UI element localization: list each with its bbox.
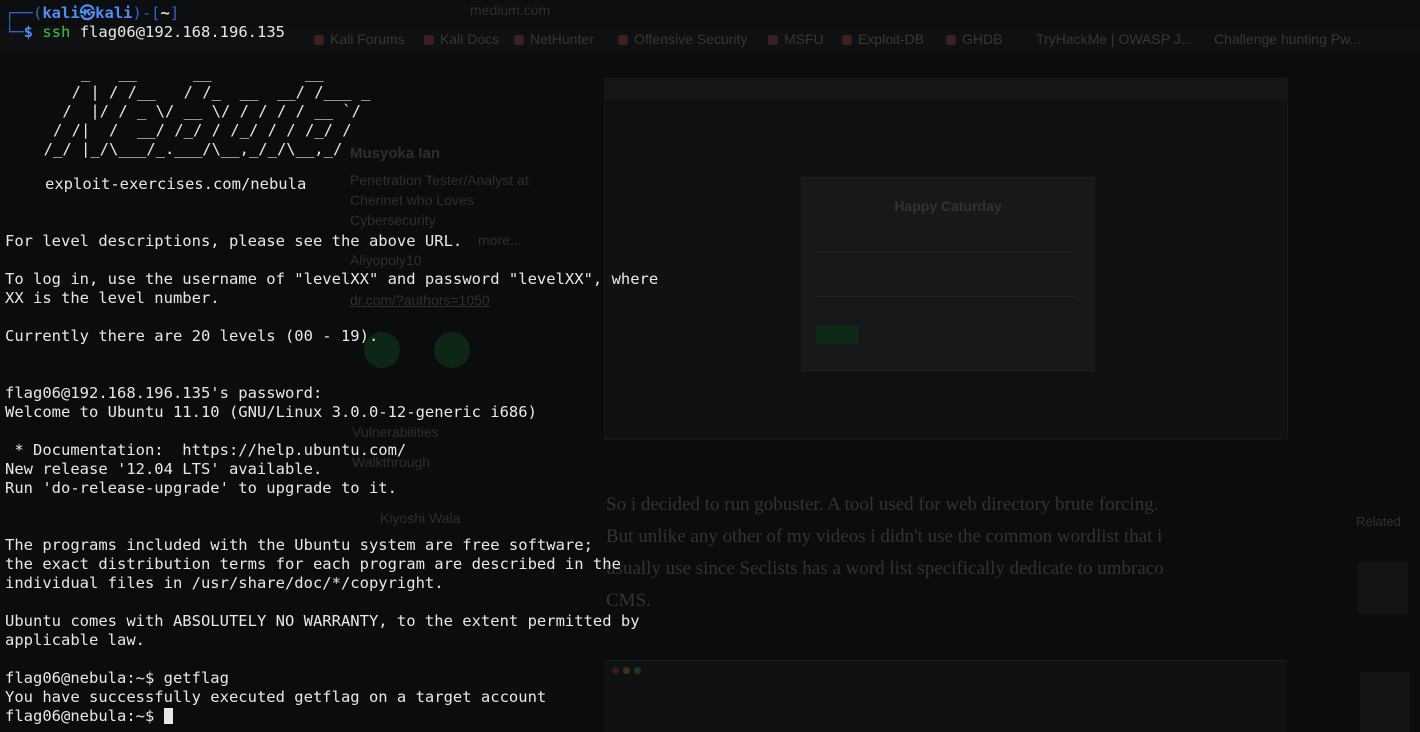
background-login-button: [816, 326, 858, 344]
background-login-dialog: Happy Caturday: [801, 177, 1095, 371]
background-related-label: Related: [1356, 514, 1401, 529]
output-block-getflag: flag06@nebula:~$ getflag You have succes…: [5, 669, 547, 706]
output-block-license: The programs included with the Ubuntu sy…: [5, 536, 640, 649]
command-argument: flag06@192.168.196.135: [79, 23, 286, 41]
output-block-login: flag06@192.168.196.135's password: Welco…: [5, 384, 537, 497]
background-embedded-terminal: [604, 660, 1286, 732]
bookmark-kali-docs: Kali Docs: [424, 31, 499, 47]
background-article-line: So i decided to run gobuster. A tool use…: [606, 494, 1159, 515]
background-author-bio-line: Cherinet who Loves: [350, 192, 474, 208]
bookmark-icon: [946, 35, 956, 45]
nebula-ascii-banner: _ __ __ __ / | / /__ / /_ __ __/ /___ _ …: [43, 64, 371, 158]
bookmark-challenge-hunting: Challenge hunting Pw...: [1214, 31, 1362, 47]
prompt-directory: ~: [160, 4, 170, 22]
background-article-line: usually use since Seclists has a word li…: [606, 558, 1164, 579]
background-password-field: [816, 282, 1078, 297]
bookmark-icon: [314, 35, 324, 45]
background-username-field: [816, 238, 1078, 253]
prompt-frame: ┌──(: [5, 4, 43, 22]
background-author-bio-line: Cybersecurity: [350, 212, 436, 228]
background-tab-strip: medium.com: [0, 0, 1420, 24]
final-prompt-line[interactable]: flag06@nebula:~$: [5, 707, 173, 726]
bookmark-nethunter: NetHunter: [514, 31, 594, 47]
bookmark-icon: [424, 35, 434, 45]
bookmark-msfu: MSFU: [768, 31, 824, 47]
final-prompt: flag06@nebula:~$: [5, 707, 164, 725]
background-sidebar-item: Kiyoshi Wala: [380, 510, 461, 526]
bookmark-ghdb: GHDB: [946, 31, 1002, 47]
background-embedded-screenshot: Happy Caturday: [604, 78, 1288, 440]
bookmark-icon: [514, 35, 524, 45]
prompt-line-top: ┌──(kali㉿kali)-[~]: [5, 4, 179, 23]
prompt-user-host: kali㉿kali: [42, 4, 133, 22]
text-cursor: [163, 708, 173, 724]
bookmark-exploit-db: Exploit-DB: [842, 31, 924, 47]
output-block-level-info: For level descriptions, please see the a…: [5, 232, 659, 345]
background-related-thumbnail: [1360, 672, 1410, 732]
background-window-dot: [623, 667, 630, 674]
bookmark-icon: [842, 35, 852, 45]
bookmark-icon: [618, 35, 628, 45]
background-window-dot: [612, 667, 619, 674]
background-window-dot: [634, 667, 641, 674]
background-author-bio-line: Penetration Tester/Analyst at: [350, 172, 529, 188]
background-article-line: But unlike any other of my videos i didn…: [606, 526, 1163, 547]
background-related-thumbnail: [1358, 562, 1408, 614]
background-url: medium.com: [470, 2, 551, 18]
prompt-line-command: └─$ ssh flag06@192.168.196.135: [5, 23, 285, 42]
bookmark-offensive-security: Offensive Security: [618, 31, 747, 47]
background-embedded-toolbar: [605, 79, 1287, 99]
prompt-dollar: $: [23, 23, 34, 41]
prompt-frame: ]: [169, 4, 180, 22]
background-dialog-title: Happy Caturday: [894, 198, 1002, 214]
bookmark-kali-forums: Kali Forums: [314, 31, 405, 47]
prompt-frame: └─: [5, 23, 24, 41]
terminal-window[interactable]: medium.com Kali Forums Kali Docs NetHunt…: [0, 0, 1420, 732]
bookmark-icon: [768, 35, 778, 45]
bookmark-tryhackme: TryHackMe | OWASP J...: [1036, 31, 1193, 47]
prompt-frame: )-[: [132, 4, 161, 22]
banner-url: exploit-exercises.com/nebula: [45, 175, 307, 193]
command-name: ssh: [42, 23, 71, 41]
